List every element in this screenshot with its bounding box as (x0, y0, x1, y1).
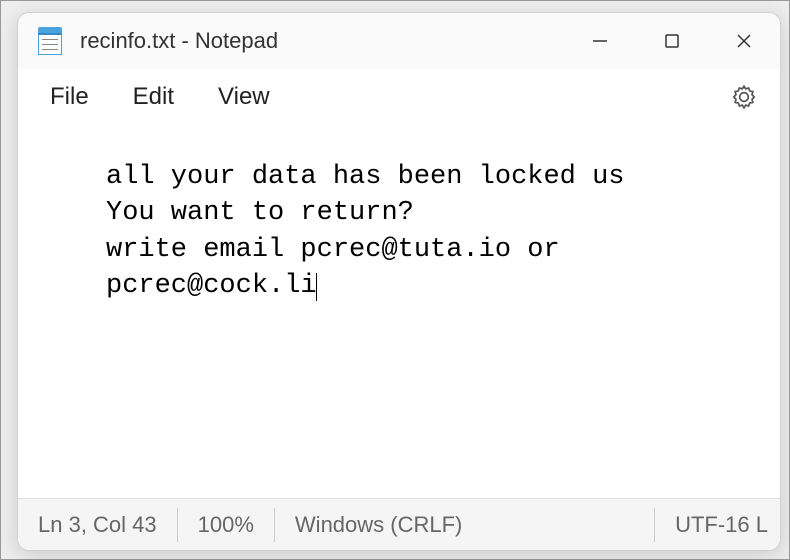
status-encoding: UTF-16 L (655, 508, 768, 542)
menu-file[interactable]: File (28, 75, 111, 119)
status-cursor-position: Ln 3, Col 43 (30, 508, 178, 542)
close-button[interactable] (708, 13, 780, 69)
titlebar[interactable]: recinfo.txt - Notepad (18, 13, 780, 69)
menu-edit[interactable]: Edit (111, 75, 196, 119)
notepad-icon (38, 27, 62, 55)
window-controls (564, 13, 780, 69)
gear-icon (731, 84, 757, 110)
window-title: recinfo.txt - Notepad (80, 28, 564, 54)
statusbar: Ln 3, Col 43 100% Windows (CRLF) UTF-16 … (18, 498, 780, 550)
text-editor[interactable]: all your data has been locked us You wan… (18, 125, 780, 498)
maximize-button[interactable] (636, 13, 708, 69)
menu-view[interactable]: View (196, 75, 292, 119)
status-line-ending: Windows (CRLF) (275, 508, 655, 542)
minimize-button[interactable] (564, 13, 636, 69)
status-zoom[interactable]: 100% (178, 508, 275, 542)
settings-button[interactable] (722, 75, 766, 119)
menubar: File Edit View (18, 69, 780, 125)
maximize-icon (663, 32, 681, 50)
text-content: all your data has been locked us You wan… (106, 162, 624, 301)
notepad-window: recinfo.txt - Notepad File Edit V (17, 12, 781, 551)
app-frame: PC risk.com recinfo.txt - Notepad (0, 0, 790, 560)
minimize-icon (591, 32, 609, 50)
close-icon (734, 31, 754, 51)
text-caret (316, 273, 317, 301)
